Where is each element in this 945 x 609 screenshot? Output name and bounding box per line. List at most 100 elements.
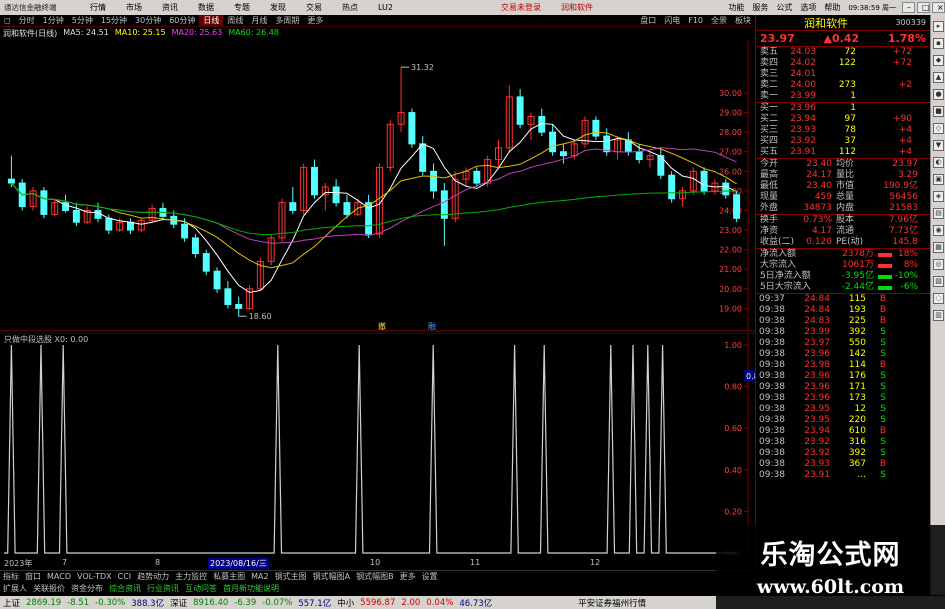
tab-window[interactable]: 窗口 — [22, 571, 44, 582]
menu-item-news[interactable]: 资讯 — [152, 2, 188, 13]
minimize-icon[interactable]: – — [902, 2, 915, 13]
tab-cci[interactable]: CCI — [115, 572, 135, 581]
menu-item-trade[interactable]: 交易 — [296, 2, 332, 13]
menu-item-market[interactable]: 市场 — [116, 2, 152, 13]
menu-item-topics[interactable]: 专题 — [224, 2, 260, 13]
tab-private[interactable]: 私募主图 — [210, 571, 248, 582]
tab-industry-news[interactable]: 行业资讯 — [144, 583, 182, 594]
ask-label: 卖五 — [760, 47, 779, 57]
toolbar-icon[interactable]: ◉ — [933, 225, 944, 236]
candlestick-chart[interactable]: 30.0029.0028.0027.0026.0025.0024.0023.00… — [0, 40, 755, 332]
toolbar-icon[interactable]: ◐ — [933, 157, 944, 168]
tab-qa[interactable]: 互动问答 — [182, 583, 220, 594]
tab-period-daily[interactable]: 日线 — [199, 15, 224, 26]
tab-flash[interactable]: 闪电 — [660, 15, 684, 26]
toolbar-icon[interactable]: ■ — [933, 106, 944, 117]
toolbar-icon[interactable]: ▥ — [933, 310, 944, 321]
close-icon[interactable]: × — [932, 2, 945, 13]
menu-service[interactable]: 服务 — [748, 2, 772, 13]
tab-vol[interactable]: VOL-TDX — [74, 572, 115, 581]
tab-extend[interactable]: 扩展人 — [0, 583, 30, 594]
ask-volume: 122 — [838, 58, 856, 68]
tick-list[interactable]: 09:37 24.84 115 B 09:38 24.84 193 B 09:38 24.83 22… — [756, 294, 930, 481]
tab-steel-a[interactable]: 钢式幅图A — [310, 571, 353, 582]
trade-login-link[interactable]: 交易未登录 — [491, 2, 551, 13]
date-axis: 2023年 7 8 2023/08/16/三 10 11 12 — [0, 557, 755, 569]
tab-period-5min[interactable]: 5分钟 — [68, 15, 97, 26]
sz-label[interactable]: 深证 — [167, 597, 190, 609]
bid-price: 23.94 — [790, 114, 816, 124]
flow-pct: -10% — [894, 271, 918, 281]
tab-period-multi[interactable]: 多周期 — [271, 15, 303, 26]
toolbar-icon[interactable]: ▤ — [933, 208, 944, 219]
toolbar-icon[interactable]: ▦ — [933, 242, 944, 253]
tab-sector[interactable]: 板块 — [731, 15, 755, 26]
indicator-chart[interactable]: 1.000.800.600.400.200.000.85 — [0, 333, 755, 557]
menu-item-discover[interactable]: 发现 — [260, 2, 296, 13]
tab-period-15min[interactable]: 15分钟 — [97, 15, 131, 26]
toolbar-icon[interactable]: ▪ — [933, 38, 944, 49]
candle-body — [603, 135, 611, 153]
tab-settings[interactable]: 设置 — [419, 571, 441, 582]
toolbar-icon[interactable]: ◎ — [933, 259, 944, 270]
tab-steel-main[interactable]: 钢式主图 — [272, 571, 310, 582]
tab-macd[interactable]: MACD — [44, 572, 74, 581]
tab-period-more[interactable]: 更多 — [303, 15, 327, 26]
menu-help[interactable]: 帮助 — [820, 2, 844, 13]
tick-side: B — [879, 459, 886, 469]
menu-item-lu2[interactable]: LU2 — [368, 3, 403, 12]
app-window: 通达信金融终端 行情 市场 资讯 数据 专题 发现 交易 热点 LU2 交易未登… — [0, 0, 945, 609]
bid-label: 买四 — [760, 136, 779, 146]
tab-panorama[interactable]: 全景 — [707, 15, 731, 26]
flow-value: -2.44亿 — [841, 282, 874, 292]
tab-period-30min[interactable]: 30分钟 — [131, 15, 165, 26]
toolbar-icon[interactable]: ▧ — [933, 276, 944, 287]
tab-related[interactable]: 关联报价 — [30, 583, 68, 594]
tab-indicator[interactable]: 指标 — [0, 571, 22, 582]
tab-general-news[interactable]: 综合资讯 — [106, 583, 144, 594]
menu-formula[interactable]: 公式 — [772, 2, 796, 13]
tab-more[interactable]: 更多 — [397, 571, 419, 582]
sh-label[interactable]: 上证 — [0, 597, 23, 609]
toolbar-icon[interactable]: ◆ — [933, 55, 944, 66]
maximize-icon[interactable]: □ — [917, 2, 930, 13]
menu-options[interactable]: 选项 — [796, 2, 820, 13]
stock-name-link[interactable]: 润和软件 — [551, 2, 603, 13]
broker-name: 平安证券福州行情 — [578, 598, 647, 609]
event-marker[interactable]: 撤 — [378, 321, 386, 331]
candle-body — [289, 202, 297, 211]
toolbar-icon[interactable]: ▲ — [933, 72, 944, 83]
tab-f10[interactable]: F10 — [684, 16, 707, 25]
tab-period-1min[interactable]: 1分钟 — [39, 15, 68, 26]
tab-new-features[interactable]: 首月新功能说明 — [220, 583, 282, 594]
tab-fund-dist[interactable]: 资金分布 — [68, 583, 106, 594]
y-tick-label: 21.00 — [719, 265, 742, 274]
menu-item-hot[interactable]: 热点 — [332, 2, 368, 13]
menu-item-quotes[interactable]: 行情 — [80, 2, 116, 13]
stat-key: 流通 — [836, 226, 855, 236]
tab-period-60min[interactable]: 60分钟 — [165, 15, 199, 26]
tick-side: B — [879, 316, 886, 326]
bid-price: 23.92 — [790, 136, 816, 146]
collapse-icon[interactable]: ◻ — [0, 16, 15, 25]
tab-ma2[interactable]: MA2 — [248, 572, 271, 581]
toolbar-icon[interactable]: ◇ — [933, 123, 944, 134]
menu-item-data[interactable]: 数据 — [188, 2, 224, 13]
toolbar-icon[interactable]: ◌ — [933, 293, 944, 304]
menu-function[interactable]: 功能 — [724, 2, 748, 13]
toolbar-icon[interactable]: ▣ — [933, 174, 944, 185]
tab-main-monitor[interactable]: 主力监控 — [172, 571, 210, 582]
toolbar-icon[interactable]: ▸ — [933, 21, 944, 32]
tab-period-weekly[interactable]: 周线 — [223, 15, 247, 26]
tab-steel-b[interactable]: 钢式幅图B — [353, 571, 397, 582]
tab-panel[interactable]: 盘口 — [636, 15, 660, 26]
zx-label[interactable]: 中小 — [334, 597, 357, 609]
event-marker[interactable]: 融 — [428, 321, 436, 331]
tab-trend[interactable]: 趋势动力 — [134, 571, 172, 582]
toolbar-icon[interactable]: ▼ — [933, 140, 944, 151]
tab-period-timeshare[interactable]: 分时 — [15, 15, 39, 26]
stat-key: 外盘 — [760, 203, 779, 213]
tab-period-monthly[interactable]: 月线 — [247, 15, 271, 26]
toolbar-icon[interactable]: ● — [933, 89, 944, 100]
toolbar-icon[interactable]: ◈ — [933, 191, 944, 202]
